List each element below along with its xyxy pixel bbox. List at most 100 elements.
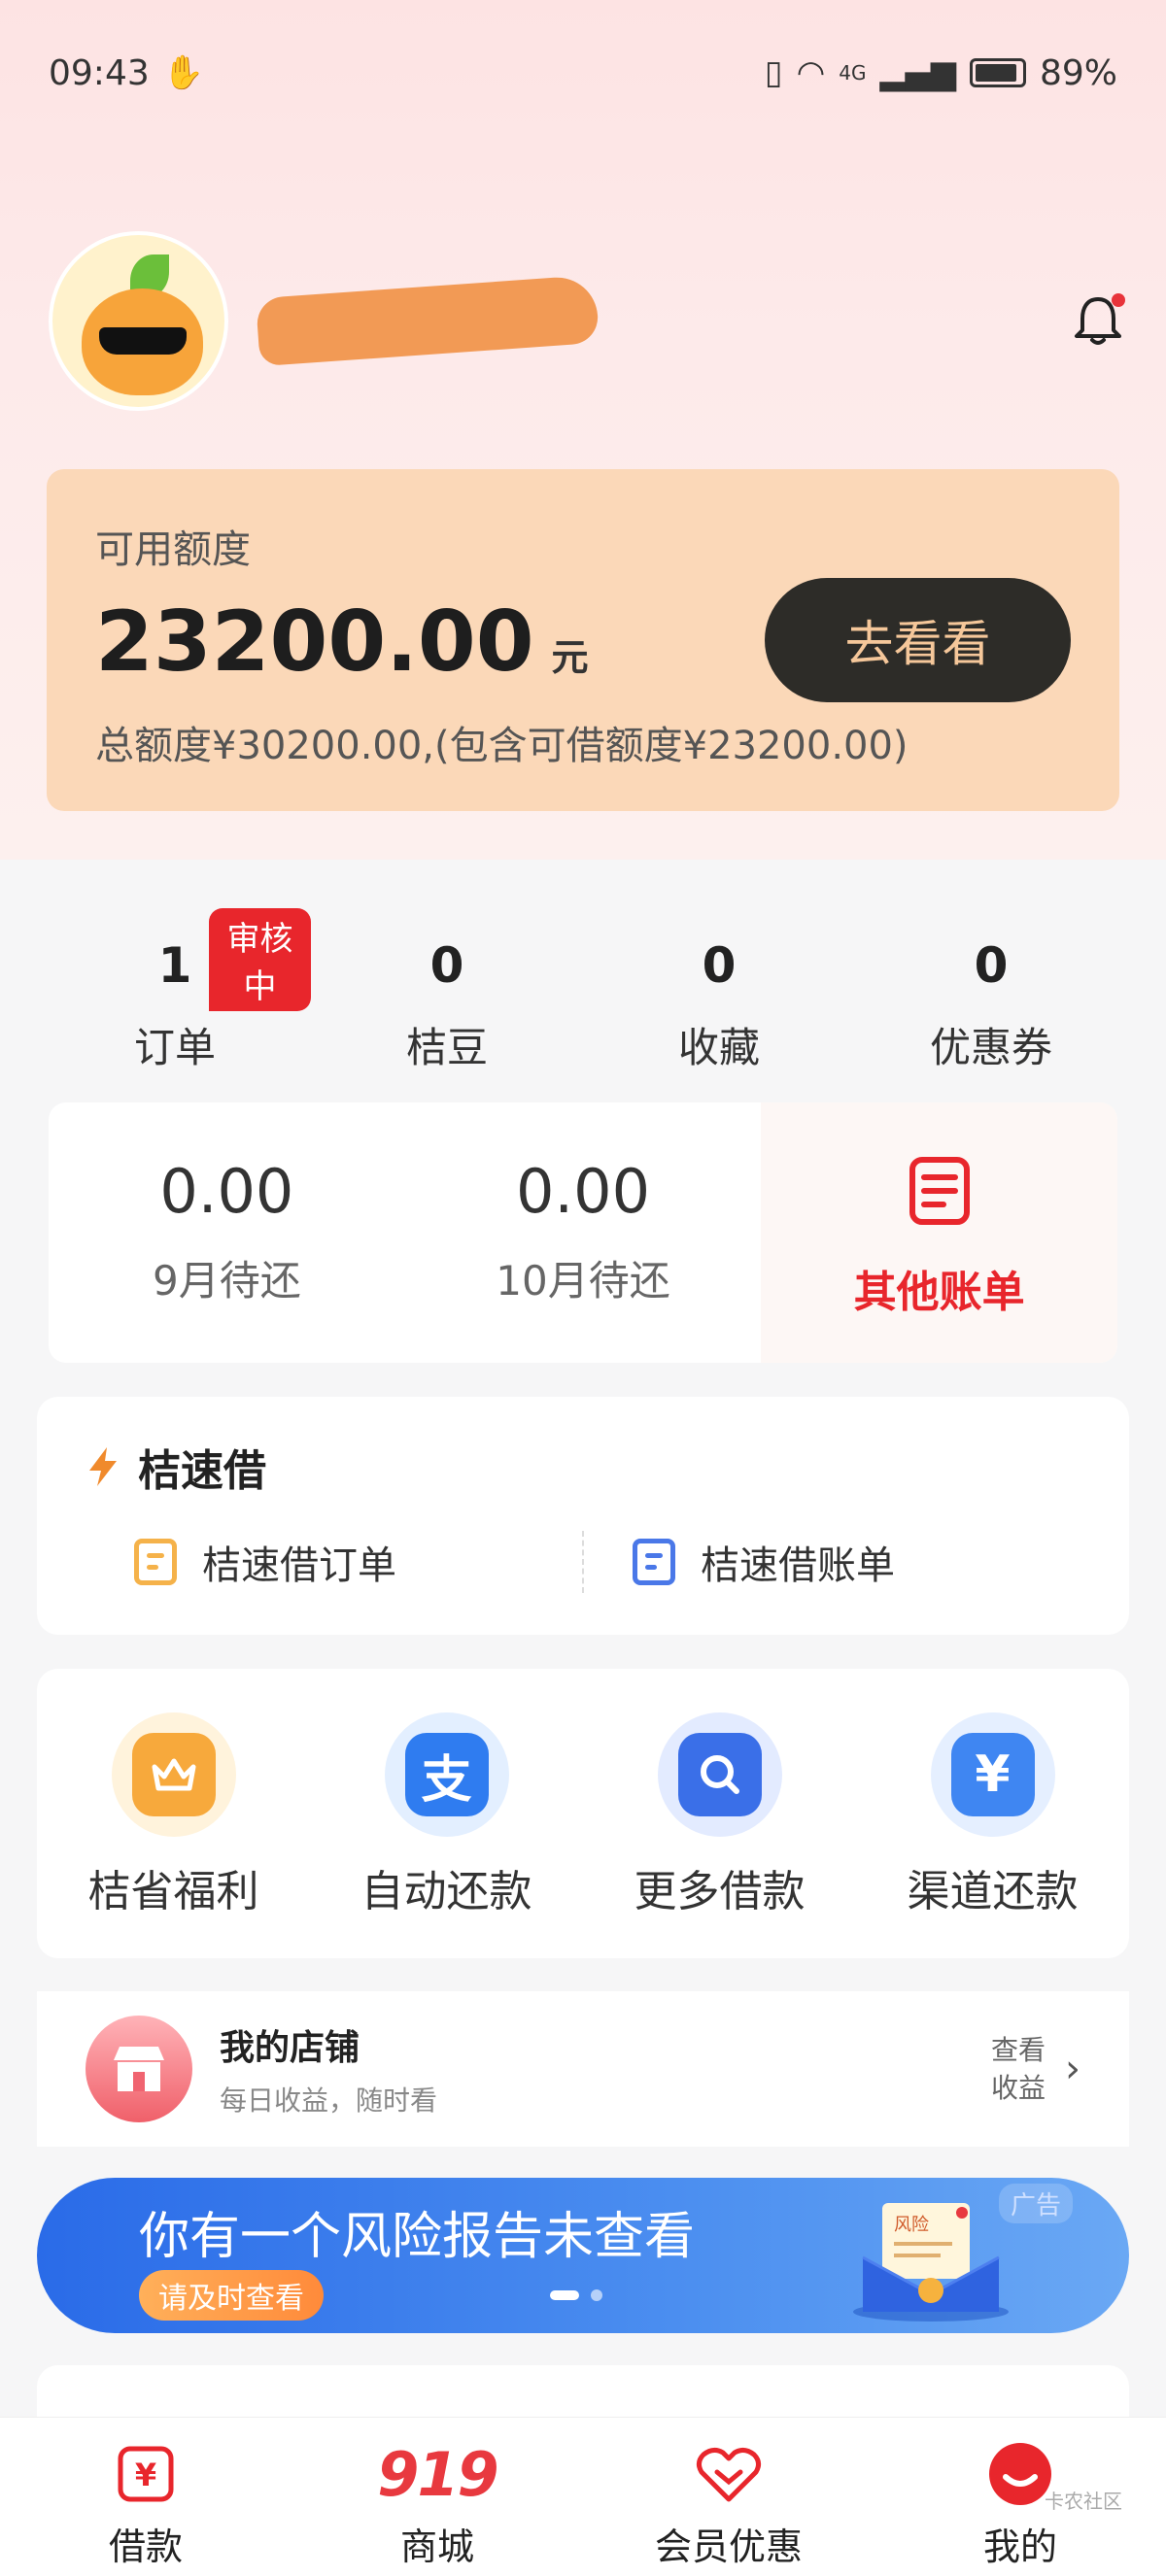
lightning-icon	[89, 1447, 117, 1486]
credit-total: 总额度¥30200.00,(包含可借额度¥23200.00)	[95, 724, 909, 768]
sunglasses-icon	[99, 326, 187, 355]
bill-label: 10月待还	[496, 1257, 670, 1305]
quick-link-label: 桔速借订单	[202, 1543, 396, 1588]
crown-icon	[131, 1733, 216, 1816]
network-type: 4G	[839, 61, 867, 85]
banner-check-button[interactable]: 请及时查看	[139, 2270, 324, 2321]
stat-favorites[interactable]: 0 收藏	[583, 908, 855, 1078]
service-auto-repay[interactable]: 支 自动还款	[310, 1712, 583, 1958]
heart-tab-icon	[696, 2447, 762, 2502]
bills-card: 0.00 9月待还 0.00 10月待还 其他账单	[49, 1102, 1117, 1363]
stat-value: 0	[429, 937, 464, 994]
service-more-loans[interactable]: 更多借款	[583, 1712, 856, 1958]
stat-label: 订单	[133, 1024, 216, 1071]
quick-loan-title: 桔速借	[138, 1446, 266, 1496]
envelope-label: 风险	[894, 2215, 929, 2235]
watermark: 卡农社区	[1045, 2490, 1122, 2513]
stat-label: 优惠券	[929, 1024, 1052, 1071]
envelope-icon: 风险	[853, 2203, 1009, 2322]
wifi-icon: ◠	[796, 53, 826, 92]
stat-value: 0	[974, 937, 1009, 994]
notification-bell[interactable]	[1069, 291, 1127, 350]
notification-dot	[1112, 293, 1125, 307]
service-channel-repay[interactable]: ¥ 渠道还款	[856, 1712, 1129, 1958]
other-bills-label: 其他账单	[853, 1268, 1025, 1317]
service-welfare[interactable]: 桔省福利	[37, 1712, 310, 1958]
shop-action-line2: 收益	[990, 2072, 1046, 2104]
carousel-dots	[550, 2289, 602, 2301]
credit-unit: 元	[551, 636, 589, 679]
bill-september[interactable]: 0.00 9月待还	[49, 1102, 405, 1363]
service-label: 桔省福利	[87, 1867, 259, 1916]
stat-orders[interactable]: 审核中 1 订单	[39, 908, 311, 1078]
tab-loan[interactable]: ¥ 借款	[0, 2418, 292, 2576]
quick-loan-orders-link[interactable]: 桔速借订单	[86, 1531, 582, 1593]
vibrate-icon: ▯	[764, 53, 783, 92]
quick-loan-card: 桔速借 桔速借订单 桔速借账单	[37, 1397, 1129, 1635]
chevron-right-icon: ›	[1065, 2047, 1080, 2091]
battery-level: 89%	[1039, 52, 1117, 93]
service-label: 渠道还款	[907, 1867, 1079, 1916]
stat-label: 桔豆	[405, 1024, 488, 1071]
bill-october[interactable]: 0.00 10月待还	[405, 1102, 762, 1363]
redacted-username	[255, 274, 600, 367]
yen-tab-icon: ¥	[118, 2446, 174, 2502]
profile-row	[49, 230, 1127, 411]
services-card: 桔省福利 支 自动还款 更多借款 ¥ 渠道还款	[37, 1669, 1129, 1958]
bill-amount: 0.00	[515, 1156, 651, 1227]
bill-icon	[633, 1539, 675, 1585]
carousel-dot-active	[550, 2290, 579, 2300]
tab-label: 借款	[108, 2525, 183, 2568]
go-see-button[interactable]: 去看看	[765, 578, 1071, 702]
shop-icon	[86, 2016, 192, 2122]
risk-report-banner[interactable]: 你有一个风险报告未查看 请及时查看 风险 广告	[37, 2178, 1129, 2333]
tab-mall[interactable]: 919 商城	[292, 2418, 583, 2576]
review-badge: 审核中	[209, 908, 311, 1011]
document-icon	[909, 1157, 970, 1225]
service-icon-bg: 支	[384, 1712, 509, 1837]
shop-title: 我的店铺	[220, 2028, 360, 2068]
other-bills-button[interactable]: 其他账单	[761, 1102, 1117, 1363]
my-shop-row[interactable]: 我的店铺 每日收益，随时看 查看 收益 ›	[37, 1991, 1129, 2147]
signal-icon: ▂▄▆	[879, 53, 956, 92]
service-icon-bg	[111, 1712, 236, 1837]
credit-amount: 23200.00	[95, 593, 534, 691]
bill-label: 9月待还	[152, 1257, 301, 1305]
yen-icon: ¥	[950, 1733, 1035, 1816]
stat-value: 0	[702, 937, 737, 994]
avatar[interactable]	[49, 230, 228, 411]
stat-coupons[interactable]: 0 优惠券	[855, 908, 1127, 1078]
tab-label: 商城	[399, 2525, 474, 2568]
search-icon	[677, 1733, 762, 1816]
shop-action-line1: 查看	[990, 2033, 1046, 2066]
notification-icon: ✋	[162, 53, 205, 92]
carousel-dot	[591, 2289, 602, 2301]
status-time: 09:43	[49, 52, 150, 93]
quick-link-label: 桔速借账单	[701, 1543, 895, 1588]
status-bar: 09:43 ✋ ▯ ◠ 4G ▂▄▆ 89%	[0, 0, 1166, 146]
stat-beans[interactable]: 0 桔豆	[311, 908, 583, 1078]
service-icon-bg: ¥	[930, 1712, 1055, 1837]
tab-member[interactable]: 会员优惠	[583, 2418, 874, 2576]
svg-text:¥: ¥	[135, 2457, 156, 2493]
service-label: 自动还款	[360, 1867, 532, 1916]
stats-row: 审核中 1 订单 0 桔豆 0 收藏 0 优惠券	[39, 908, 1127, 1078]
order-icon	[134, 1539, 177, 1585]
quick-loan-bills-link[interactable]: 桔速借账单	[584, 1531, 1080, 1593]
tab-label: 我的	[982, 2525, 1057, 2568]
tab-mine[interactable]: 我的 卡农社区	[874, 2418, 1166, 2576]
service-icon-bg	[657, 1712, 782, 1837]
alipay-icon: 支	[404, 1733, 489, 1816]
battery-icon	[969, 58, 1026, 87]
ad-label: 广告	[998, 2184, 1073, 2223]
banner-title: 你有一个风险报告未查看	[139, 2208, 696, 2266]
view-earnings-link[interactable]: 查看 收益	[991, 2031, 1046, 2107]
credit-card: 可用额度 23200.00 元 总额度¥30200.00,(包含可借额度¥232…	[47, 469, 1119, 811]
shop-subtitle: 每日收益，随时看	[220, 2085, 438, 2117]
credit-label: 可用额度	[95, 527, 251, 572]
mall-919-icon: 919	[377, 2438, 498, 2510]
bottom-tab-bar: ¥ 借款 919 商城 会员优惠 我的 卡农社区	[0, 2417, 1166, 2576]
stat-label: 收藏	[677, 1024, 760, 1071]
bill-amount: 0.00	[159, 1156, 294, 1227]
service-label: 更多借款	[634, 1867, 806, 1916]
